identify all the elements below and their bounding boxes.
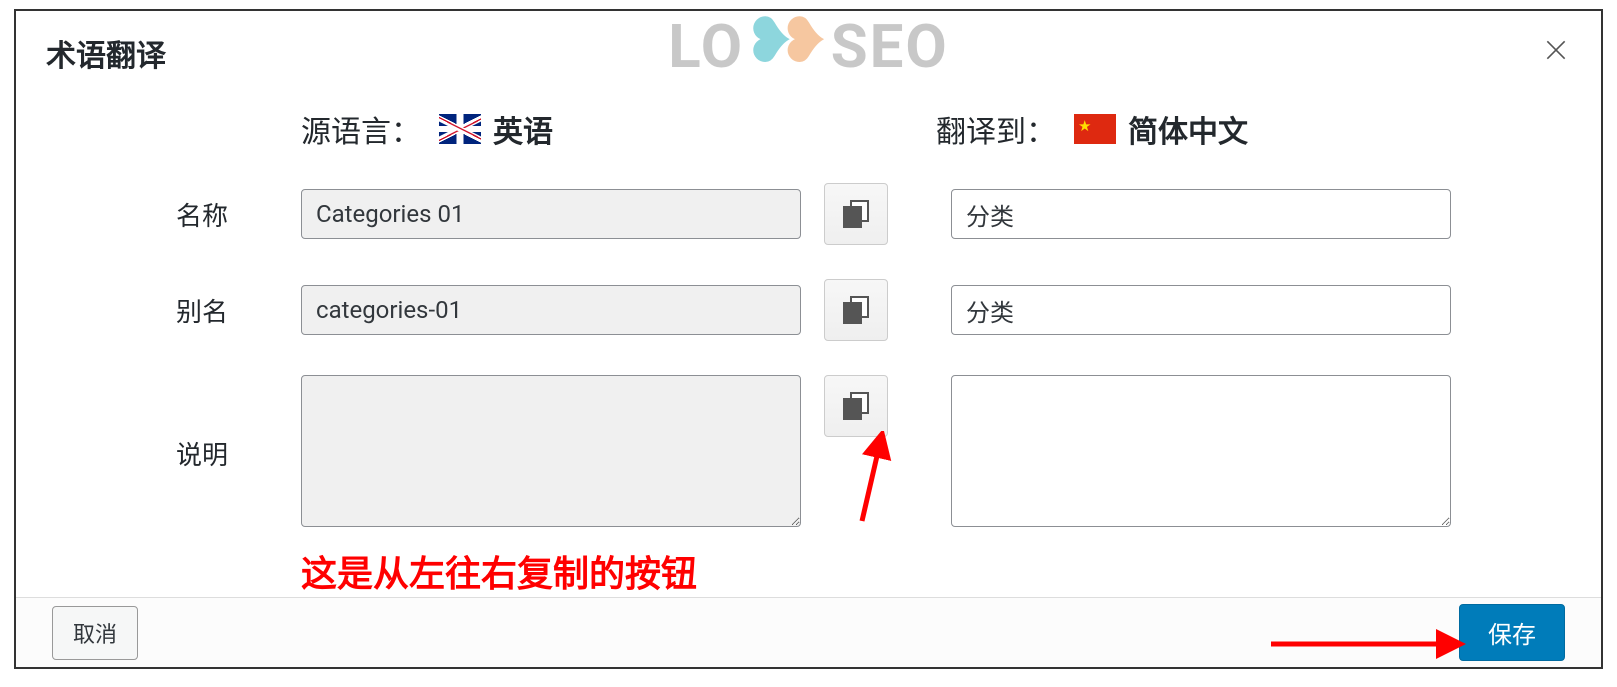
source-language-label: 源语言： [301,107,421,151]
copy-icon [843,296,869,324]
copy-icon [843,392,869,420]
name-label: 名称 [76,196,301,233]
copy-icon [843,200,869,228]
dialog-body: 源语言： 英语 翻译到： 简体中文 名称 [16,87,1601,597]
close-button[interactable] [1541,35,1571,65]
target-language-header: 翻译到： 简体中文 [706,107,1248,151]
description-target-textarea[interactable] [951,375,1451,527]
flag-cn-icon [1074,114,1116,144]
description-row: 说明 [76,375,1541,531]
annotation-arrow-icon [1261,624,1481,664]
name-source-input[interactable] [301,189,801,239]
name-target-input[interactable] [951,189,1451,239]
dialog-footer: 取消 保存 [16,597,1601,667]
cancel-button[interactable]: 取消 [52,606,138,660]
target-language-name: 简体中文 [1128,107,1248,151]
dialog-title: 术语翻译 [46,31,1571,75]
slug-row: 别名 [76,279,1541,341]
target-language-label: 翻译到： [936,107,1056,151]
copy-description-button[interactable] [824,375,888,437]
description-label: 说明 [76,375,301,472]
dialog-header: 术语翻译 LO❥❥SEO [16,11,1601,87]
source-language-header: 源语言： 英语 [76,107,706,151]
description-source-textarea[interactable] [301,375,801,527]
copy-slug-button[interactable] [824,279,888,341]
save-button[interactable]: 保存 [1459,604,1565,661]
source-language-name: 英语 [493,107,553,151]
name-row: 名称 [76,183,1541,245]
language-headers: 源语言： 英语 翻译到： 简体中文 [76,107,1541,151]
flag-gb-icon [439,114,481,144]
slug-source-input[interactable] [301,285,801,335]
annotation-text: 这是从左往右复制的按钮 [301,545,1541,597]
copy-name-button[interactable] [824,183,888,245]
translation-dialog: 术语翻译 LO❥❥SEO 源语言： 英语 翻译到： 简体中文 名称 [14,9,1603,669]
close-icon [1543,37,1569,63]
slug-target-input[interactable] [951,285,1451,335]
slug-label: 别名 [76,292,301,329]
